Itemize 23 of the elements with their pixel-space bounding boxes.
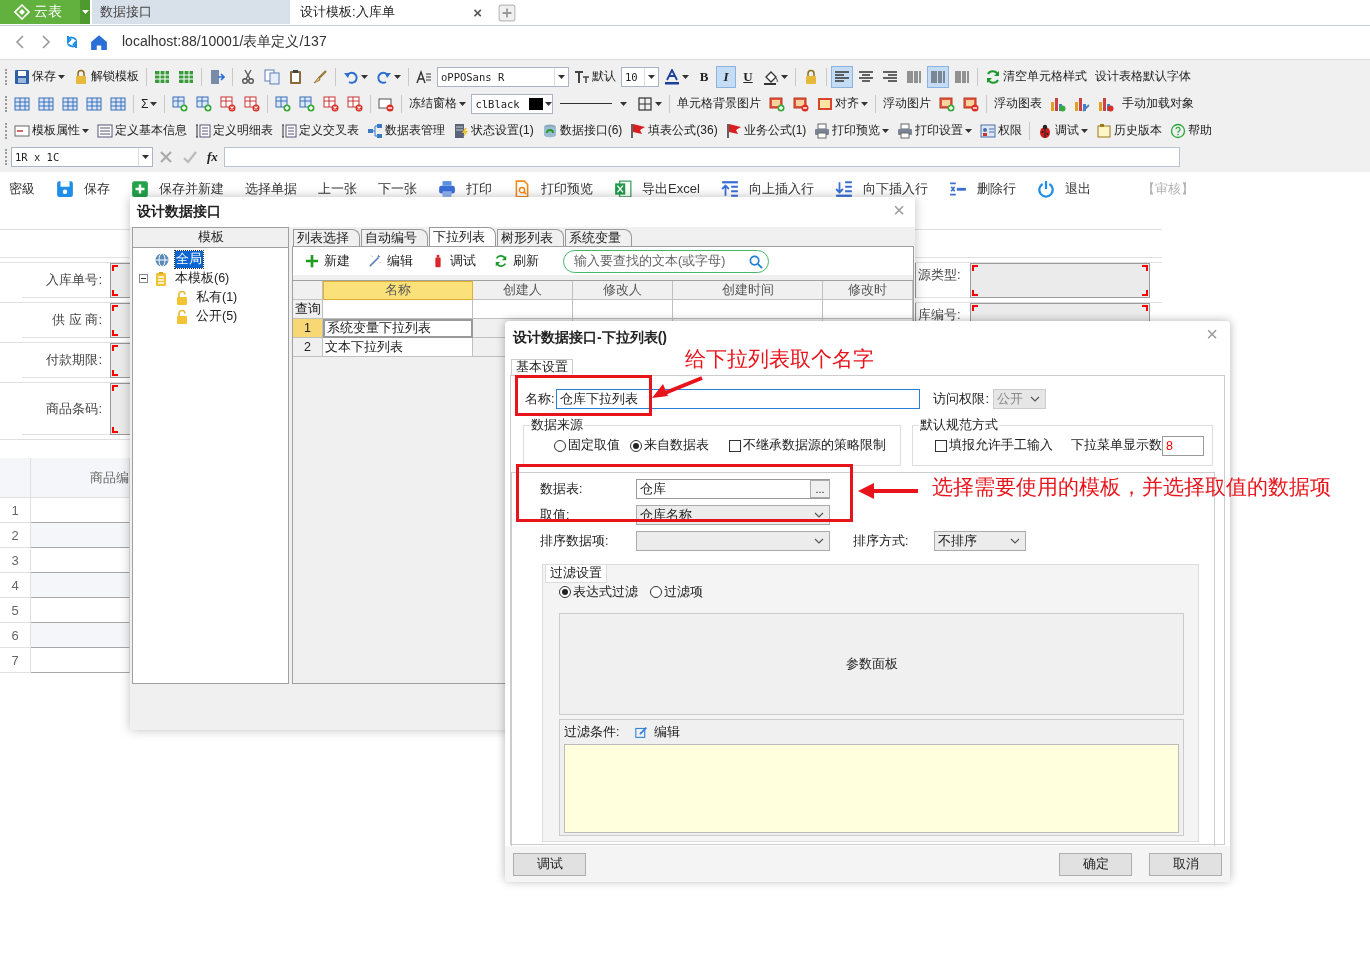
row-number: 5 xyxy=(0,598,31,623)
field-label: 数据表: xyxy=(540,480,584,498)
annotation-text: 给下拉列表取个名字 xyxy=(685,346,874,372)
column-header: 商品编 xyxy=(31,458,130,498)
parameter-panel: 参数面板 xyxy=(559,613,1184,715)
row-number: 1 xyxy=(293,319,323,338)
filter-label: 查询 xyxy=(293,300,323,319)
row-number: 7 xyxy=(0,648,31,673)
dialog-title: 设计数据接口-下拉列表() xyxy=(513,329,667,347)
field-label: 名称: xyxy=(525,390,555,408)
group-label: 数据来源 xyxy=(530,417,584,434)
panel-header: 模板 xyxy=(133,228,288,248)
row-number: 1 xyxy=(0,498,31,523)
field-label: 访问权限: xyxy=(933,390,989,408)
group-label: 默认规范方式 xyxy=(919,417,999,434)
row-number: 2 xyxy=(293,338,323,357)
field-label: 过滤条件: xyxy=(564,723,620,741)
field-label: 下拉菜单显示数 xyxy=(1071,437,1162,454)
row-number: 3 xyxy=(0,548,31,573)
field-label: 排序方式: xyxy=(853,532,910,550)
dialog-title: 设计数据接口 xyxy=(137,203,221,221)
annotation-text: 选择需要使用的模板，并选择取值的数据项 xyxy=(932,474,1331,500)
field-label: 排序数据项: xyxy=(540,532,610,550)
